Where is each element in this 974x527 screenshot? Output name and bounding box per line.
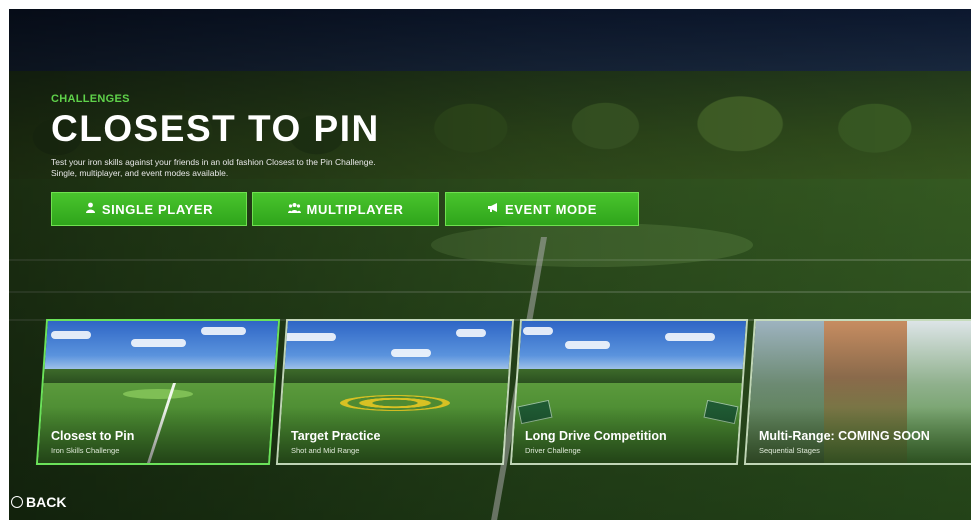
- card-sky: [35, 319, 281, 371]
- section-eyebrow: CHALLENGES: [51, 93, 130, 105]
- card-subtitle: Shot and Mid Range: [291, 446, 360, 455]
- card-title: Multi-Range: COMING SOON: [759, 429, 930, 443]
- multiplayer-button[interactable]: MULTIPLAYER: [252, 192, 439, 226]
- megaphone-icon: [487, 202, 499, 216]
- cloud: [523, 327, 553, 335]
- cloud: [391, 349, 431, 357]
- card-sky: [275, 319, 515, 371]
- event-mode-label: EVENT MODE: [505, 201, 597, 217]
- card-long-drive[interactable]: Long Drive Competition Driver Challenge: [509, 319, 749, 465]
- person-icon: [85, 202, 96, 216]
- card-sky: [509, 319, 749, 371]
- page-title: CLOSEST TO PIN: [51, 108, 380, 149]
- card-title: Long Drive Competition: [525, 429, 667, 443]
- single-player-button[interactable]: SINGLE PLAYER: [51, 192, 247, 226]
- cloud: [51, 331, 91, 339]
- back-label: BACK: [26, 494, 67, 510]
- card-subtitle: Sequential Stages: [759, 446, 820, 455]
- cloud: [565, 341, 610, 349]
- cloud: [665, 333, 715, 341]
- back-button[interactable]: BACK: [11, 494, 66, 510]
- challenge-screen: CHALLENGES CLOSEST TO PIN Test your iron…: [9, 9, 971, 520]
- card-trees: [509, 369, 749, 383]
- card-trees: [35, 369, 281, 383]
- event-mode-button[interactable]: EVENT MODE: [445, 192, 639, 226]
- single-player-label: SINGLE PLAYER: [101, 201, 214, 217]
- card-title: Closest to Pin: [51, 429, 135, 443]
- card-subtitle: Iron Skills Challenge: [51, 446, 120, 455]
- multiplayer-label: MULTIPLAYER: [306, 201, 404, 217]
- card-trees: [275, 369, 515, 383]
- target-green: [123, 389, 193, 399]
- cloud: [131, 339, 186, 347]
- cloud: [281, 333, 336, 341]
- card-multi-range[interactable]: Multi-Range: COMING SOON Sequential Stag…: [743, 319, 971, 465]
- card-subtitle: Driver Challenge: [525, 446, 581, 455]
- challenge-header: CHALLENGES CLOSEST TO PIN Test your iron…: [51, 93, 381, 179]
- circle-button-icon: [11, 496, 23, 508]
- cloud: [201, 327, 246, 335]
- cloud: [456, 329, 486, 337]
- card-title: Target Practice: [291, 429, 381, 443]
- challenge-description: Test your iron skills against your frien…: [51, 157, 376, 178]
- card-target-practice[interactable]: Target Practice Shot and Mid Range: [275, 319, 515, 465]
- card-closest-to-pin[interactable]: Closest to Pin Iron Skills Challenge: [35, 319, 281, 465]
- group-icon: [287, 202, 301, 216]
